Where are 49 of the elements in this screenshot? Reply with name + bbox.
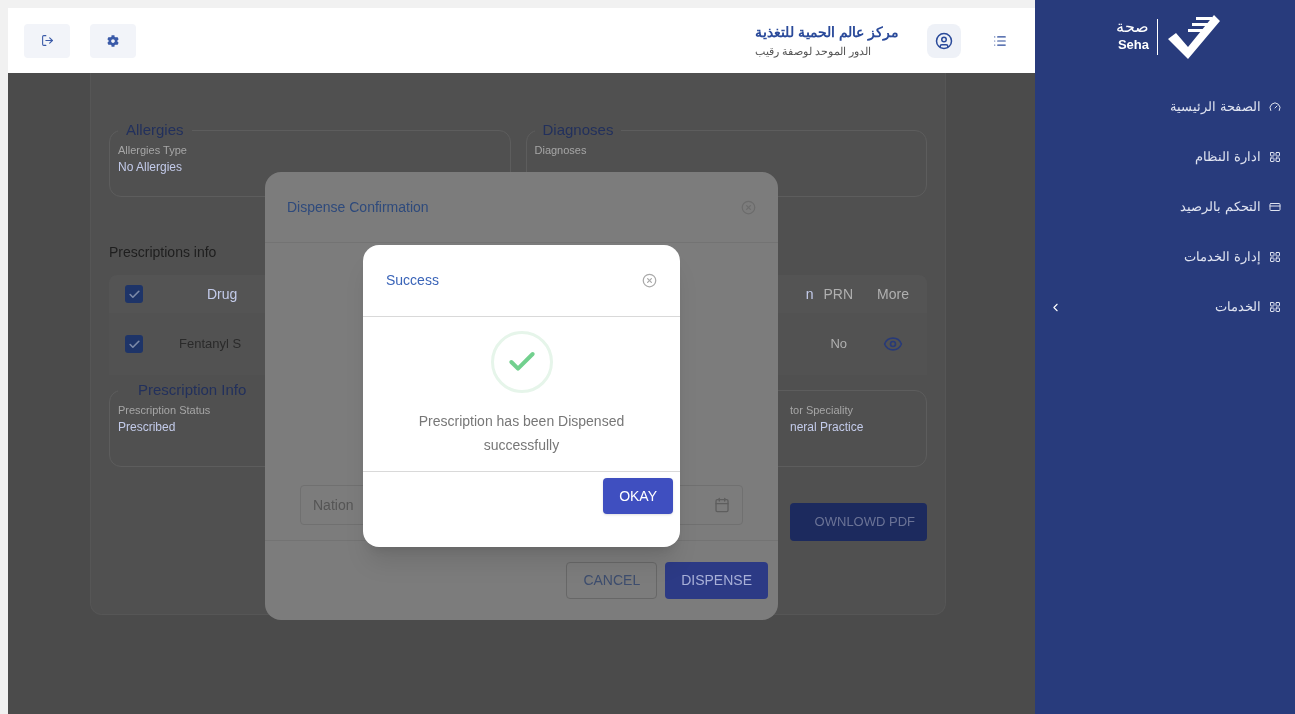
sidebar-item[interactable]: إدارة الخدمات <box>1049 247 1281 267</box>
user-icon <box>935 31 953 50</box>
logo-arabic-text: صحة <box>1116 18 1149 35</box>
sidebar-label: الصفحة الرئيسية <box>1170 98 1261 117</box>
grid-icon <box>1269 251 1281 263</box>
field-value: No Allergies <box>118 159 184 176</box>
success-message: Prescription has been Dispensed successfully <box>417 412 626 455</box>
grid-icon <box>1269 301 1281 313</box>
dialog-title: Success <box>386 271 439 290</box>
logout-icon <box>40 34 54 47</box>
menu-icon[interactable] <box>993 33 1007 48</box>
column-header: n <box>805 284 814 304</box>
settings-icon <box>107 34 119 47</box>
dispense-button[interactable]: DISPENSE <box>665 562 768 599</box>
field-label: Prescription Status <box>118 402 211 418</box>
sidebar-item[interactable]: الخدمات <box>1049 297 1281 317</box>
checkbox[interactable] <box>125 335 143 353</box>
field-value: neral Practice <box>790 419 865 436</box>
card-icon <box>1269 201 1281 213</box>
logout-button[interactable] <box>24 23 70 58</box>
field-label: Diagnoses <box>534 142 588 158</box>
column-header: More <box>877 284 909 304</box>
sidebar-label: إدارة الخدمات <box>1184 248 1261 267</box>
table-cell-text: No <box>830 335 847 354</box>
grid-icon <box>1269 151 1281 163</box>
checkbox[interactable] <box>125 285 143 303</box>
sidebar-label: التحكم بالرصيد <box>1180 198 1261 217</box>
user-button[interactable] <box>927 23 961 58</box>
clinic-name: مركز عالم الحمية للتغذية <box>755 22 899 43</box>
close-icon[interactable] <box>642 273 657 288</box>
sidebar-item[interactable]: الصفحة الرئيسية <box>1049 97 1281 117</box>
field-label: tor Speciality <box>790 402 854 418</box>
sidebar-item[interactable]: ادارة النظام <box>1049 147 1281 167</box>
column-header: PRN <box>823 284 854 304</box>
dialog-title: Dispense Confirmation <box>287 197 429 217</box>
settings-button[interactable] <box>90 23 136 58</box>
column-header: Drug <box>207 284 238 304</box>
okay-button[interactable]: OKAY <box>603 478 673 514</box>
sidebar-label: الخدمات <box>1215 298 1261 317</box>
field-label: Allergies Type <box>118 142 188 158</box>
check-icon <box>127 287 141 301</box>
sidebar-item[interactable]: التحكم بالرصيد <box>1049 197 1281 217</box>
gauge-icon <box>1269 101 1281 113</box>
field-value: Prescribed <box>118 419 177 436</box>
sidebar-label: ادارة النظام <box>1195 148 1261 167</box>
role-subtitle: الدور الموحد لوصفة رقيب <box>755 43 872 60</box>
logo-latin-text: Seha <box>1117 35 1149 54</box>
check-icon <box>127 337 141 351</box>
success-check-icon <box>490 331 553 393</box>
